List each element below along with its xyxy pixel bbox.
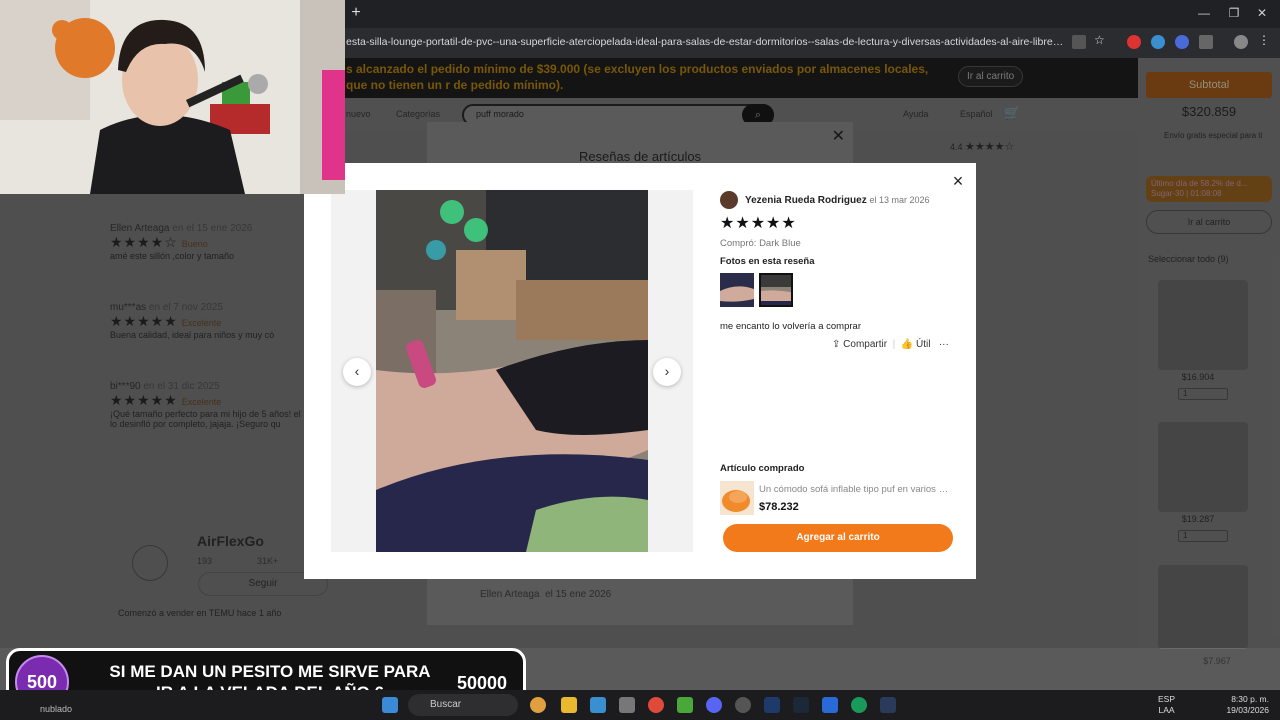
- chrome-icon[interactable]: [648, 697, 664, 713]
- clock[interactable]: 8:30 p. m. 19/03/2026: [1225, 694, 1269, 716]
- useful-button[interactable]: Útil: [916, 339, 930, 350]
- product-price: $78.232: [759, 501, 799, 513]
- windows-taskbar: nublado Buscar ESP LAA 8:30 p. m. 19/03/20…: [0, 690, 1280, 720]
- new-tab-button[interactable]: +: [347, 4, 365, 22]
- star-rating: ★★★★★: [720, 215, 797, 232]
- extension-icon[interactable]: [1151, 35, 1165, 49]
- weather-widget[interactable]: nublado: [40, 704, 72, 714]
- extension-icon[interactable]: [1175, 35, 1189, 49]
- review-photo-modal: × ‹ › Yezenia Rueda Rodriguez el 13 mar …: [304, 163, 976, 579]
- review-photo-thumbnail[interactable]: [720, 273, 754, 307]
- review-actions: ⇪ Compartir | 👍 Útil ···: [832, 339, 949, 350]
- settings-icon[interactable]: [619, 697, 635, 713]
- prev-photo-button[interactable]: ‹: [343, 358, 371, 386]
- share-button[interactable]: Compartir: [843, 339, 887, 350]
- avatar: [720, 191, 738, 209]
- app-icon[interactable]: [530, 697, 546, 713]
- app-icon[interactable]: [822, 697, 838, 713]
- profile-avatar[interactable]: [1234, 35, 1248, 49]
- windows-start-icon[interactable]: [382, 697, 398, 713]
- photo-viewer: ‹ ›: [331, 190, 693, 552]
- more-options-icon[interactable]: ···: [939, 339, 949, 350]
- bookmark-star-icon[interactable]: ☆: [1094, 33, 1108, 47]
- next-photo-button[interactable]: ›: [653, 358, 681, 386]
- streamer-webcam: [0, 0, 345, 194]
- browser-menu-icon[interactable]: ⋮: [1258, 33, 1272, 47]
- file-explorer-icon[interactable]: [561, 697, 577, 713]
- app-icon[interactable]: [851, 697, 867, 713]
- app-icon[interactable]: [590, 697, 606, 713]
- reviewer-name: Yezenia Rueda Rodriguez: [745, 195, 867, 206]
- reviewer-info: Yezenia Rueda Rodriguez el 13 mar 2026: [745, 195, 930, 206]
- lang-top: ESP: [1158, 694, 1176, 704]
- cart-item-price: $7.967: [1203, 656, 1231, 666]
- extension-icon[interactable]: [1127, 35, 1141, 49]
- minecraft-icon[interactable]: [677, 697, 693, 713]
- share-icon[interactable]: ⇪: [832, 339, 840, 350]
- lang-bottom: LAA: [1158, 705, 1175, 715]
- minimize-icon[interactable]: —: [1194, 6, 1214, 20]
- product-title[interactable]: Un cómodo sofá inflable tipo puf en vari…: [759, 484, 951, 495]
- review-date: el 13 mar 2026: [869, 195, 930, 205]
- taskbar-search[interactable]: Buscar: [408, 694, 518, 716]
- review-text: me encanto lo volvería a comprar: [720, 321, 861, 332]
- url-text[interactable]: esta-silla-lounge-portatil-de-pvc--una-s…: [346, 36, 1066, 48]
- purchased-variant: Compró: Dark Blue: [720, 238, 801, 249]
- review-photo-thumbnail-selected[interactable]: [759, 273, 793, 307]
- obs-icon[interactable]: [735, 697, 751, 713]
- extensions-puzzle-icon[interactable]: [1199, 35, 1213, 49]
- clock-time: 8:30 p. m.: [1231, 694, 1269, 704]
- photoshop-icon[interactable]: [764, 697, 780, 713]
- divider: |: [889, 339, 899, 350]
- restore-icon[interactable]: ❐: [1224, 6, 1244, 20]
- clock-date: 19/03/2026: [1226, 705, 1269, 715]
- steam-icon[interactable]: [793, 697, 809, 713]
- close-icon[interactable]: ×: [948, 171, 968, 192]
- add-to-cart-button[interactable]: Agregar al carrito: [723, 524, 953, 552]
- language-indicator[interactable]: ESP LAA: [1158, 694, 1175, 716]
- thumbs-up-icon[interactable]: 👍: [901, 339, 913, 350]
- close-window-icon[interactable]: ✕: [1252, 6, 1272, 20]
- app-icon[interactable]: [880, 697, 896, 713]
- discord-icon[interactable]: [706, 697, 722, 713]
- purchased-item-label: Artículo comprado: [720, 463, 805, 474]
- photos-label: Fotos en esta reseña: [720, 256, 815, 267]
- product-thumbnail[interactable]: [720, 481, 754, 515]
- review-photo: [376, 190, 648, 552]
- install-icon[interactable]: [1072, 35, 1086, 49]
